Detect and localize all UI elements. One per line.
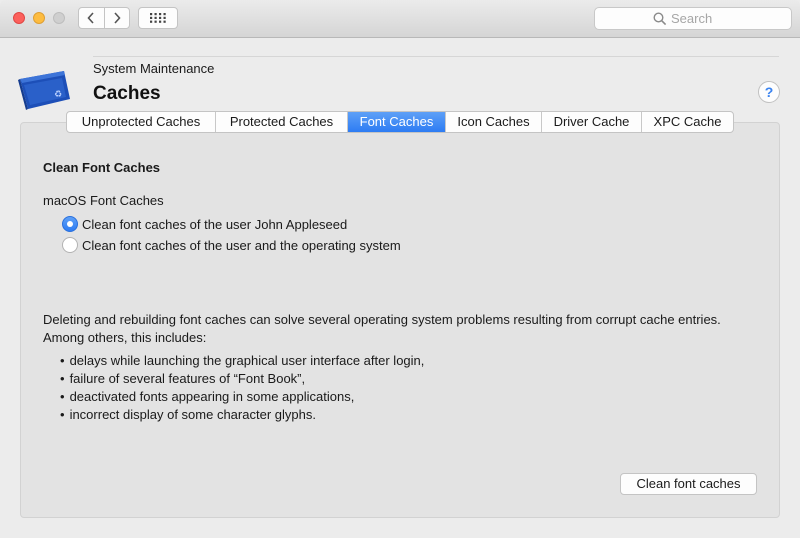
close-window-button[interactable] (13, 12, 25, 24)
search-icon (653, 12, 667, 26)
section-title: Clean Font Caches (43, 160, 161, 175)
clean-font-caches-button[interactable]: Clean font caches (620, 473, 757, 495)
chevron-right-icon (114, 12, 121, 24)
tab-driver-cache[interactable]: Driver Cache (541, 112, 641, 132)
list-item: failure of several features of “Font Boo… (60, 370, 424, 388)
description-text: Deleting and rebuilding font caches can … (43, 312, 721, 345)
tab-xpc-cache[interactable]: XPC Cache (641, 112, 733, 132)
show-all-button[interactable] (138, 7, 178, 29)
problem-list: delays while launching the graphical use… (60, 352, 425, 424)
tab-unprotected-caches[interactable]: Unprotected Caches (67, 112, 215, 132)
chevron-left-icon (87, 12, 94, 24)
tab-icon-caches[interactable]: Icon Caches (445, 112, 541, 132)
list-item: deactivated fonts appearing in some appl… (60, 388, 424, 406)
forward-button[interactable] (103, 8, 130, 28)
pane-subtitle: System Maintenance (93, 61, 215, 76)
help-button[interactable]: ? (758, 81, 780, 103)
search-field[interactable] (594, 7, 792, 30)
option-user-and-system-caches[interactable]: Clean font caches of the user and the op… (62, 237, 401, 253)
option-user-caches[interactable]: Clean font caches of the user John Apple… (62, 216, 347, 232)
search-input[interactable] (671, 9, 781, 28)
back-button[interactable] (79, 8, 104, 28)
titlebar (0, 0, 800, 38)
tab-protected-caches[interactable]: Protected Caches (215, 112, 347, 132)
option-label: Clean font caches of the user John Apple… (82, 216, 348, 232)
radio-button[interactable] (62, 237, 78, 253)
group-label: macOS Font Caches (43, 193, 164, 208)
grid-icon (150, 13, 166, 23)
radio-button-selected[interactable] (62, 216, 78, 232)
navigation-buttons (78, 7, 130, 29)
zoom-window-button[interactable] (53, 12, 65, 24)
pane-title: Caches (93, 83, 161, 104)
preferences-window: ♻ System Maintenance Caches ? Unprotecte… (0, 0, 800, 538)
minimize-window-button[interactable] (33, 12, 45, 24)
tab-font-caches[interactable]: Font Caches (347, 112, 445, 132)
header-divider (93, 56, 779, 57)
svg-text:♻: ♻ (54, 90, 62, 100)
tab-bar: Unprotected Caches Protected Caches Font… (66, 111, 734, 133)
option-label: Clean font caches of the user and the op… (82, 237, 401, 253)
list-item: incorrect display of some character glyp… (60, 406, 424, 424)
recycle-bin-icon: ♻ (18, 71, 70, 110)
list-item: delays while launching the graphical use… (60, 352, 425, 370)
